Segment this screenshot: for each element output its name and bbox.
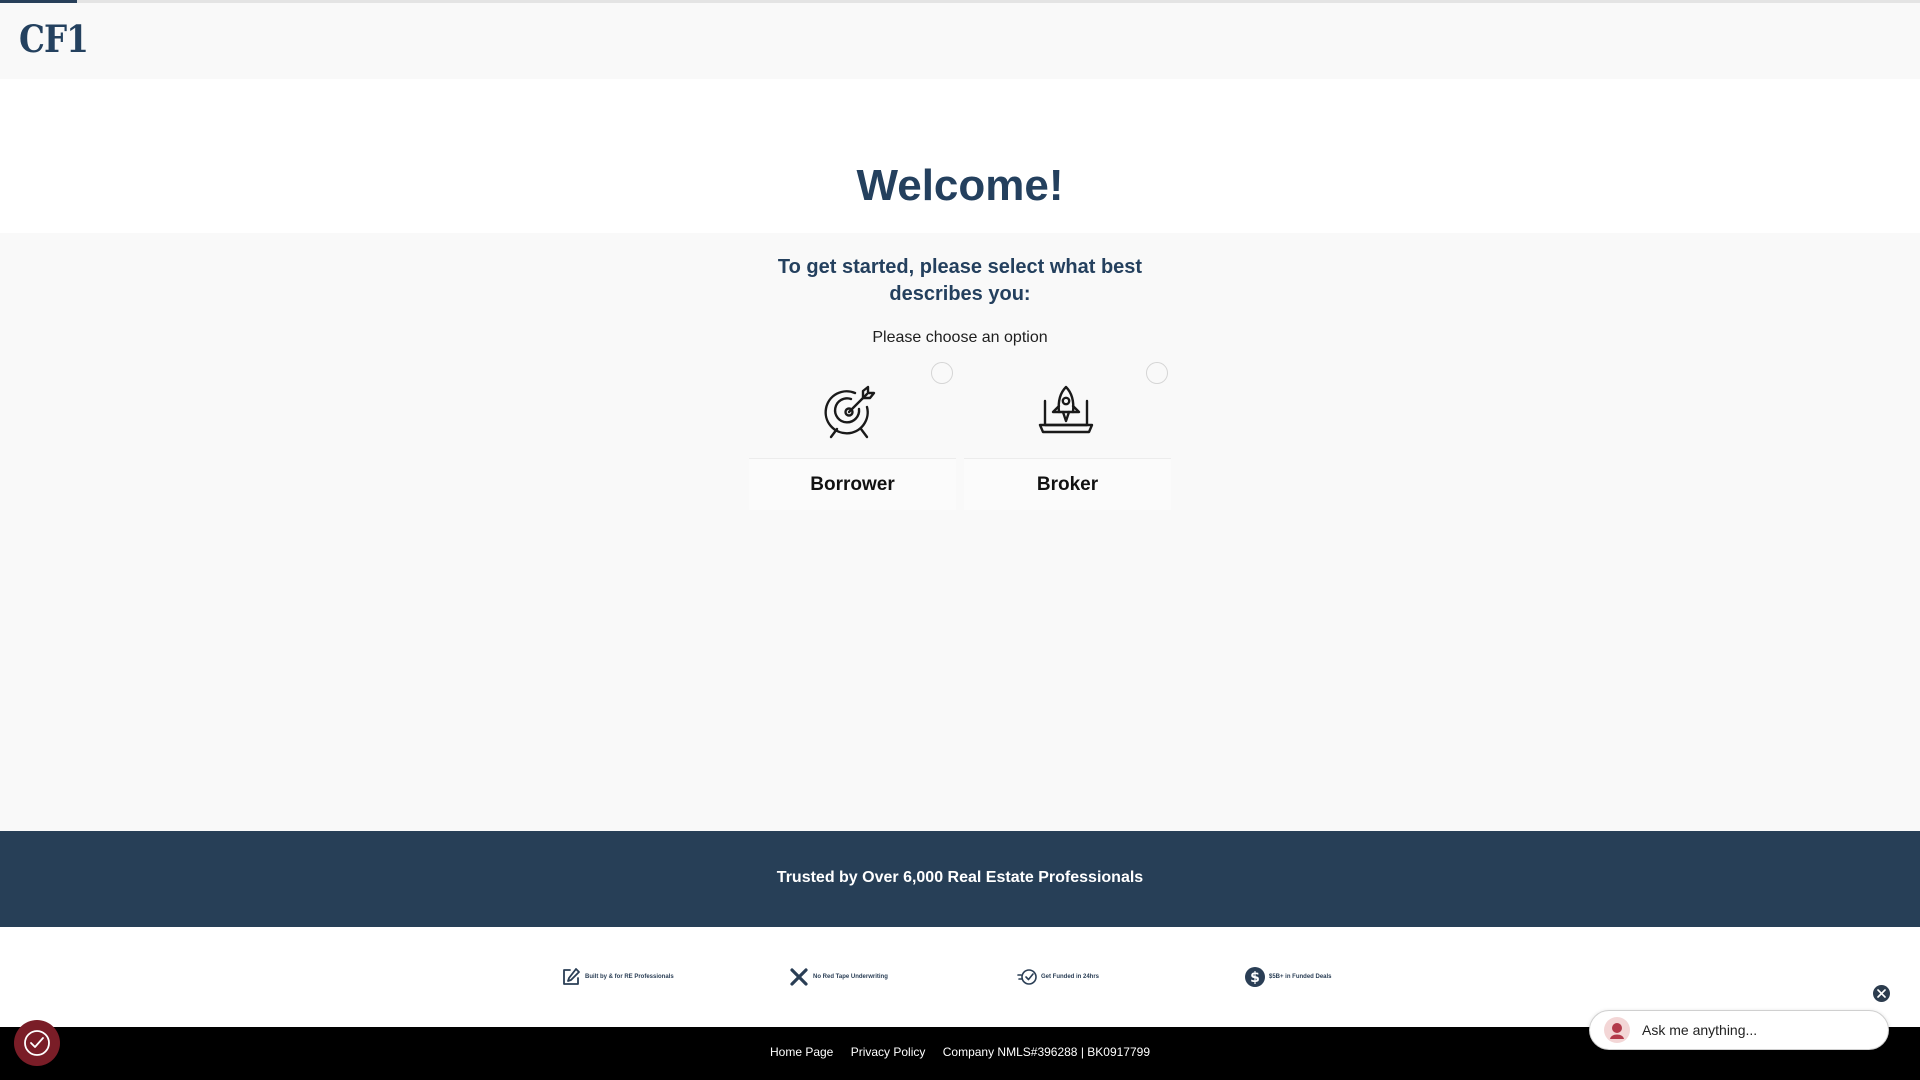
logo[interactable]: CF1 bbox=[19, 17, 89, 61]
page-title: Welcome! bbox=[856, 161, 1064, 210]
borrower-label: Borrower bbox=[749, 458, 956, 510]
badge-funded-deals: $ $5B+ in Funded Deals bbox=[1245, 966, 1332, 988]
chat-avatar bbox=[1604, 1017, 1630, 1043]
company-nmls-text: Company NMLS#396288 | BK0917799 bbox=[942, 1045, 1150, 1059]
edit-icon bbox=[563, 968, 580, 985]
badge-funded-24hrs: Get Funded in 24hrs bbox=[1017, 966, 1099, 988]
borrower-radio[interactable] bbox=[931, 362, 953, 384]
cookie-settings-button[interactable] bbox=[14, 1020, 60, 1066]
assistant-avatar-icon bbox=[1610, 1023, 1624, 1039]
home-page-link[interactable]: Home Page bbox=[770, 1045, 833, 1059]
chat-placeholder: Ask me anything... bbox=[1642, 1022, 1758, 1038]
badge-underwriting: No Red Tape Underwriting bbox=[789, 966, 888, 988]
badge-text: Get Funded in 24hrs bbox=[1041, 974, 1100, 980]
broker-label: Broker bbox=[964, 458, 1171, 510]
option-broker[interactable]: Broker bbox=[964, 360, 1171, 510]
chat-input[interactable]: Ask me anything... bbox=[1589, 1010, 1889, 1050]
svg-text:$: $ bbox=[1250, 970, 1260, 986]
question-text: To get started, please select what best … bbox=[777, 256, 1143, 305]
choose-hint: Please choose an option bbox=[872, 329, 1048, 346]
option-borrower[interactable]: Borrower bbox=[749, 360, 956, 510]
chat-close-button[interactable] bbox=[1873, 985, 1890, 1002]
badge-re-professionals: Built by & for RE Professionals bbox=[561, 966, 674, 988]
header: CF1 bbox=[0, 3, 1920, 79]
badge-text: Built by & for RE Professionals bbox=[585, 974, 674, 980]
broker-radio[interactable] bbox=[1146, 362, 1168, 384]
close-icon bbox=[1877, 989, 1886, 998]
main-area bbox=[0, 233, 1920, 831]
x-icon bbox=[790, 968, 808, 986]
trust-text: Trusted by Over 6,000 Real Estate Profes… bbox=[776, 869, 1144, 886]
fast-check-icon bbox=[1017, 969, 1037, 985]
cookie-hand-icon bbox=[24, 1030, 50, 1056]
badge-text: No Red Tape Underwriting bbox=[813, 974, 888, 980]
privacy-policy-link[interactable]: Privacy Policy bbox=[851, 1045, 926, 1059]
rocket-laptop-icon bbox=[1038, 385, 1094, 434]
target-arrow-icon bbox=[824, 385, 876, 439]
dollar-icon: $ bbox=[1245, 967, 1265, 987]
badge-text: $5B+ in Funded Deals bbox=[1269, 974, 1332, 980]
